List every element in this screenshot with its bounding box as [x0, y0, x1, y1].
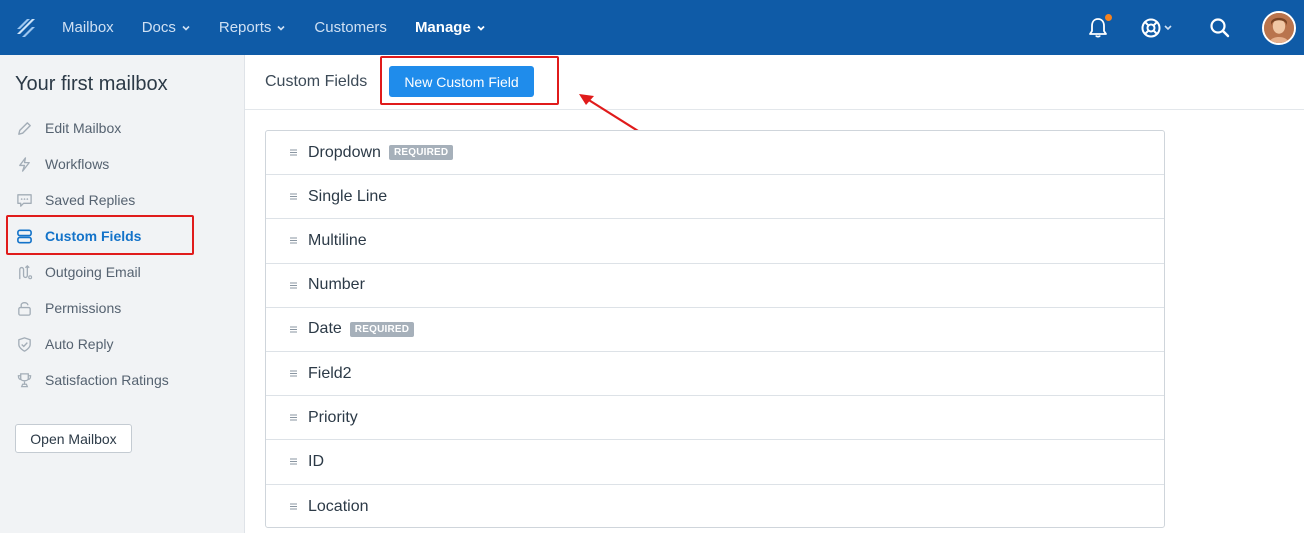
custom-fields-list: Dropdown REQUIRED Single Line Multiline … [265, 130, 1165, 528]
help-menu-button[interactable] [1140, 16, 1178, 40]
list-item[interactable]: Field2 [266, 352, 1164, 397]
list-item[interactable]: Location [266, 485, 1164, 529]
notifications-button[interactable] [1086, 12, 1113, 40]
nav-reports-label: Reports [218, 19, 272, 36]
sidebar-item-label: Auto Reply [45, 336, 114, 352]
field-name: Multiline [308, 231, 367, 249]
list-item[interactable]: Dropdown REQUIRED [266, 131, 1164, 176]
field-name: Field2 [308, 364, 352, 382]
drag-handle-icon[interactable] [289, 502, 298, 511]
sidebar-item-outgoing-email[interactable]: Outgoing Email [0, 254, 245, 290]
sidebar-item-auto-reply[interactable]: Auto Reply [0, 326, 245, 362]
shield-check-icon [18, 336, 31, 352]
field-name: Single Line [308, 187, 388, 205]
search-button[interactable] [1208, 16, 1232, 40]
sidebar-item-label: Saved Replies [45, 192, 136, 208]
list-item[interactable]: Date REQUIRED [266, 308, 1164, 352]
sidebar-item-custom-fields[interactable]: Custom Fields [0, 218, 245, 254]
fields-icon [17, 229, 32, 243]
required-badge: REQUIRED [388, 145, 454, 161]
sidebar-item-label: Edit Mailbox [45, 120, 122, 136]
sidebar-menu: Edit Mailbox Workflows Saved Replies Cus… [0, 110, 245, 398]
user-avatar-icon [1264, 12, 1294, 43]
drag-handle-icon[interactable] [289, 413, 298, 422]
sidebar-item-edit-mailbox[interactable]: Edit Mailbox [0, 110, 245, 146]
sidebar-item-label: Workflows [45, 156, 110, 172]
list-item[interactable]: Priority [266, 396, 1164, 441]
content-header: Custom Fields New Custom Field [245, 55, 1304, 110]
mailbox-title: Your first mailbox [15, 73, 168, 95]
sidebar-item-label: Permissions [45, 300, 122, 316]
pencil-icon [18, 121, 31, 135]
nav-manage-label: Manage [414, 19, 471, 36]
sidebar-item-label: Custom Fields [45, 228, 142, 244]
drag-handle-icon[interactable] [289, 236, 298, 245]
sidebar-item-permissions[interactable]: Permissions [0, 290, 245, 326]
drag-handle-icon[interactable] [289, 148, 298, 157]
list-item[interactable]: Multiline [266, 219, 1164, 264]
sidebar-item-label: Satisfaction Ratings [45, 372, 169, 388]
topbar-right-icons [1086, 0, 1304, 55]
list-item[interactable]: ID [266, 440, 1164, 485]
chevron-down-icon [477, 25, 485, 31]
nav-reports[interactable]: Reports [205, 0, 301, 55]
drag-handle-icon[interactable] [289, 457, 298, 466]
nav-docs-label: Docs [141, 19, 176, 36]
nav-customers-label: Customers [314, 19, 387, 36]
drag-handle-icon[interactable] [289, 281, 298, 290]
search-icon [1210, 17, 1230, 37]
required-badge: REQUIRED [349, 321, 415, 337]
field-name: Date [308, 320, 342, 338]
nav-mailbox[interactable]: Mailbox [48, 0, 128, 55]
nav-docs[interactable]: Docs [128, 0, 205, 55]
drag-handle-icon[interactable] [289, 369, 298, 378]
main-nav: Mailbox Docs Reports Customers Manage [48, 0, 500, 55]
notification-dot [1104, 12, 1113, 22]
helpscout-logo-icon[interactable] [14, 16, 38, 40]
trophy-icon [17, 372, 32, 387]
field-name: Number [308, 276, 365, 294]
lifebuoy-icon [1141, 18, 1172, 37]
avatar[interactable] [1262, 10, 1296, 45]
sidebar-item-workflows[interactable]: Workflows [0, 146, 245, 182]
drag-handle-icon[interactable] [289, 192, 298, 201]
open-mailbox-button[interactable]: Open Mailbox [15, 424, 132, 453]
nav-manage[interactable]: Manage [401, 0, 500, 55]
field-name: ID [308, 452, 324, 470]
sidebar-item-saved-replies[interactable]: Saved Replies [0, 182, 245, 218]
outgoing-icon [19, 264, 33, 279]
sidebar-item-label: Outgoing Email [45, 264, 141, 280]
field-name: Priority [308, 408, 358, 426]
nav-mailbox-label: Mailbox [62, 19, 114, 36]
list-item[interactable]: Number [266, 264, 1164, 308]
field-name: Dropdown [308, 143, 381, 161]
lock-icon [18, 301, 31, 316]
list-item[interactable]: Single Line [266, 175, 1164, 220]
page-title: Custom Fields [265, 73, 368, 90]
new-custom-field-button[interactable]: New Custom Field [389, 66, 534, 97]
settings-sidebar: Your first mailbox Edit Mailbox Workflow… [0, 55, 245, 533]
field-name: Location [308, 497, 369, 515]
chevron-down-icon [277, 25, 285, 31]
nav-customers[interactable]: Customers [300, 0, 401, 55]
sidebar-item-satisfaction-ratings[interactable]: Satisfaction Ratings [0, 362, 245, 398]
chat-bubble-icon [17, 193, 32, 207]
chevron-down-icon [182, 25, 190, 31]
top-navigation-bar: Mailbox Docs Reports Customers Manage [0, 0, 1304, 55]
drag-handle-icon[interactable] [289, 325, 298, 334]
lightning-icon [19, 156, 30, 172]
